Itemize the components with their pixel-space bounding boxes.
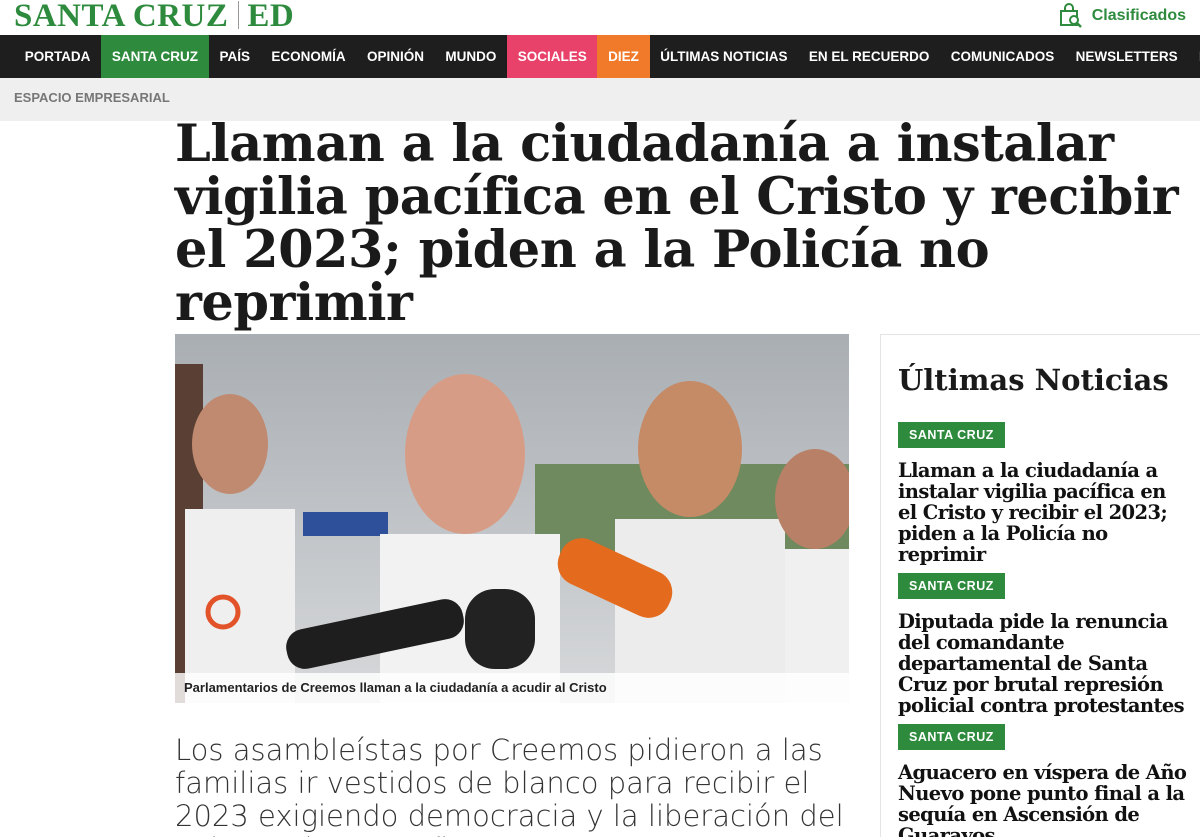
clasificados-label: Clasificados — [1091, 7, 1186, 24]
site-logo[interactable]: SANTA CRUZ ED — [14, 0, 294, 35]
article-lead: Los asambleístas por Creemos pidieron a … — [175, 733, 844, 837]
nav-item-ultimas-noticias[interactable]: ÚLTIMAS NOTICIAS — [650, 35, 799, 78]
logo-divider — [238, 1, 240, 29]
nav-item-pais[interactable]: PAÍS — [209, 35, 261, 78]
nav-item-opinion[interactable]: OPINIÓN — [356, 35, 434, 78]
nav-item-mundo[interactable]: MUNDO — [435, 35, 507, 78]
latest-news-sidebar: Últimas Noticias SANTA CRUZ Llaman a la … — [880, 334, 1200, 837]
clasificados-link[interactable]: Clasificados — [1058, 3, 1186, 29]
news-title-link[interactable]: Llaman a la ciudadanía a instalar vigili… — [898, 460, 1188, 565]
image-caption: Parlamentarios de Creemos llaman a la ci… — [184, 680, 607, 695]
article-image[interactable]: Parlamentarios de Creemos llaman a la ci… — [175, 334, 849, 703]
nav-item-portada[interactable]: PORTADA — [14, 35, 101, 78]
news-title-link[interactable]: Diputada pide la renuncia del comandante… — [898, 611, 1188, 716]
shopping-bag-search-icon — [1059, 3, 1082, 28]
nav-item-newsletters[interactable]: NEWSLETTERS — [1065, 35, 1188, 78]
nav-item-en-el-recuerdo[interactable]: EN EL RECUERDO — [798, 35, 940, 78]
main-nav: PORTADA SANTA CRUZ PAÍS ECONOMÍA OPINIÓN… — [0, 35, 1200, 78]
article-headline: Llaman a la ciudadanía a instalar vigili… — [175, 114, 1179, 333]
section-badge[interactable]: SANTA CRUZ — [898, 422, 1005, 448]
news-title-link[interactable]: Aguacero en víspera de Año Nuevo pone pu… — [898, 762, 1188, 837]
nav-item-santa-cruz[interactable]: SANTA CRUZ — [101, 35, 209, 78]
brand-bar: SANTA CRUZ ED Clasificados — [0, 0, 1200, 35]
logo-name: SANTA CRUZ — [14, 0, 229, 34]
image-caption-bar: Parlamentarios de Creemos llaman a la ci… — [175, 673, 849, 703]
section-badge[interactable]: SANTA CRUZ — [898, 573, 1005, 599]
news-item: SANTA CRUZ Llaman a la ciudadanía a inst… — [898, 422, 1188, 565]
nav-item-economia[interactable]: ECONOMÍA — [261, 35, 357, 78]
section-badge[interactable]: SANTA CRUZ — [898, 724, 1005, 750]
press-conference-photo — [175, 334, 849, 703]
nav-item-sociales[interactable]: SOCIALES — [507, 35, 598, 78]
news-item: SANTA CRUZ Aguacero en víspera de Año Nu… — [898, 724, 1188, 837]
nav-item-mas[interactable]: MÁS — [1188, 35, 1200, 78]
nav-item-diez[interactable]: DIEZ — [597, 35, 650, 78]
subnav-item-espacio-empresarial[interactable]: ESPACIO EMPRESARIAL — [14, 90, 170, 105]
sidebar-title: Últimas Noticias — [898, 363, 1169, 397]
news-item: SANTA CRUZ Diputada pide la renuncia del… — [898, 573, 1188, 716]
logo-suffix: ED — [247, 0, 295, 34]
nav-item-comunicados[interactable]: COMUNICADOS — [940, 35, 1065, 78]
